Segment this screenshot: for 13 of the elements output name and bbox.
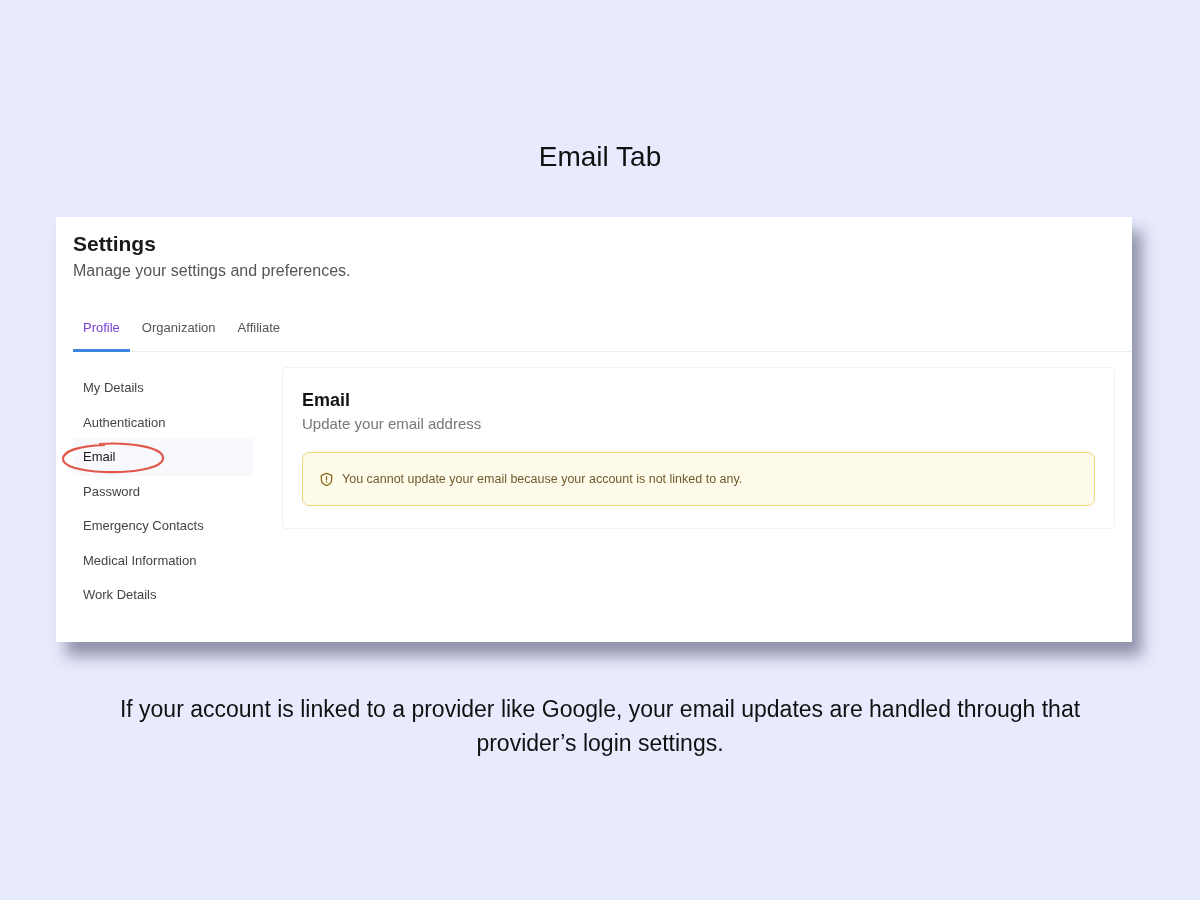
settings-tab[interactable]: Organization [131,309,226,352]
page-subtitle: Manage your settings and preferences. [73,261,352,281]
settings-tab[interactable]: Profile [73,309,130,352]
alert-message: You cannot update your email because your account is not linked to any. [342,472,743,486]
panel-subtitle: Update your email address [302,415,483,432]
slide-caption: If your account is linked to a provider like Google, your email updates are handled through that provider’s login settings. [118,695,1082,758]
settings-tab[interactable]: Affiliate [227,309,290,352]
slide-title: Email Tab [538,140,662,174]
panel-title: Email [302,389,352,412]
sidebar-item[interactable]: Work Details [73,576,253,614]
shield-warning-icon [319,471,334,487]
sidebar-item[interactable]: Email [73,438,253,476]
page-title: Settings [73,231,157,257]
